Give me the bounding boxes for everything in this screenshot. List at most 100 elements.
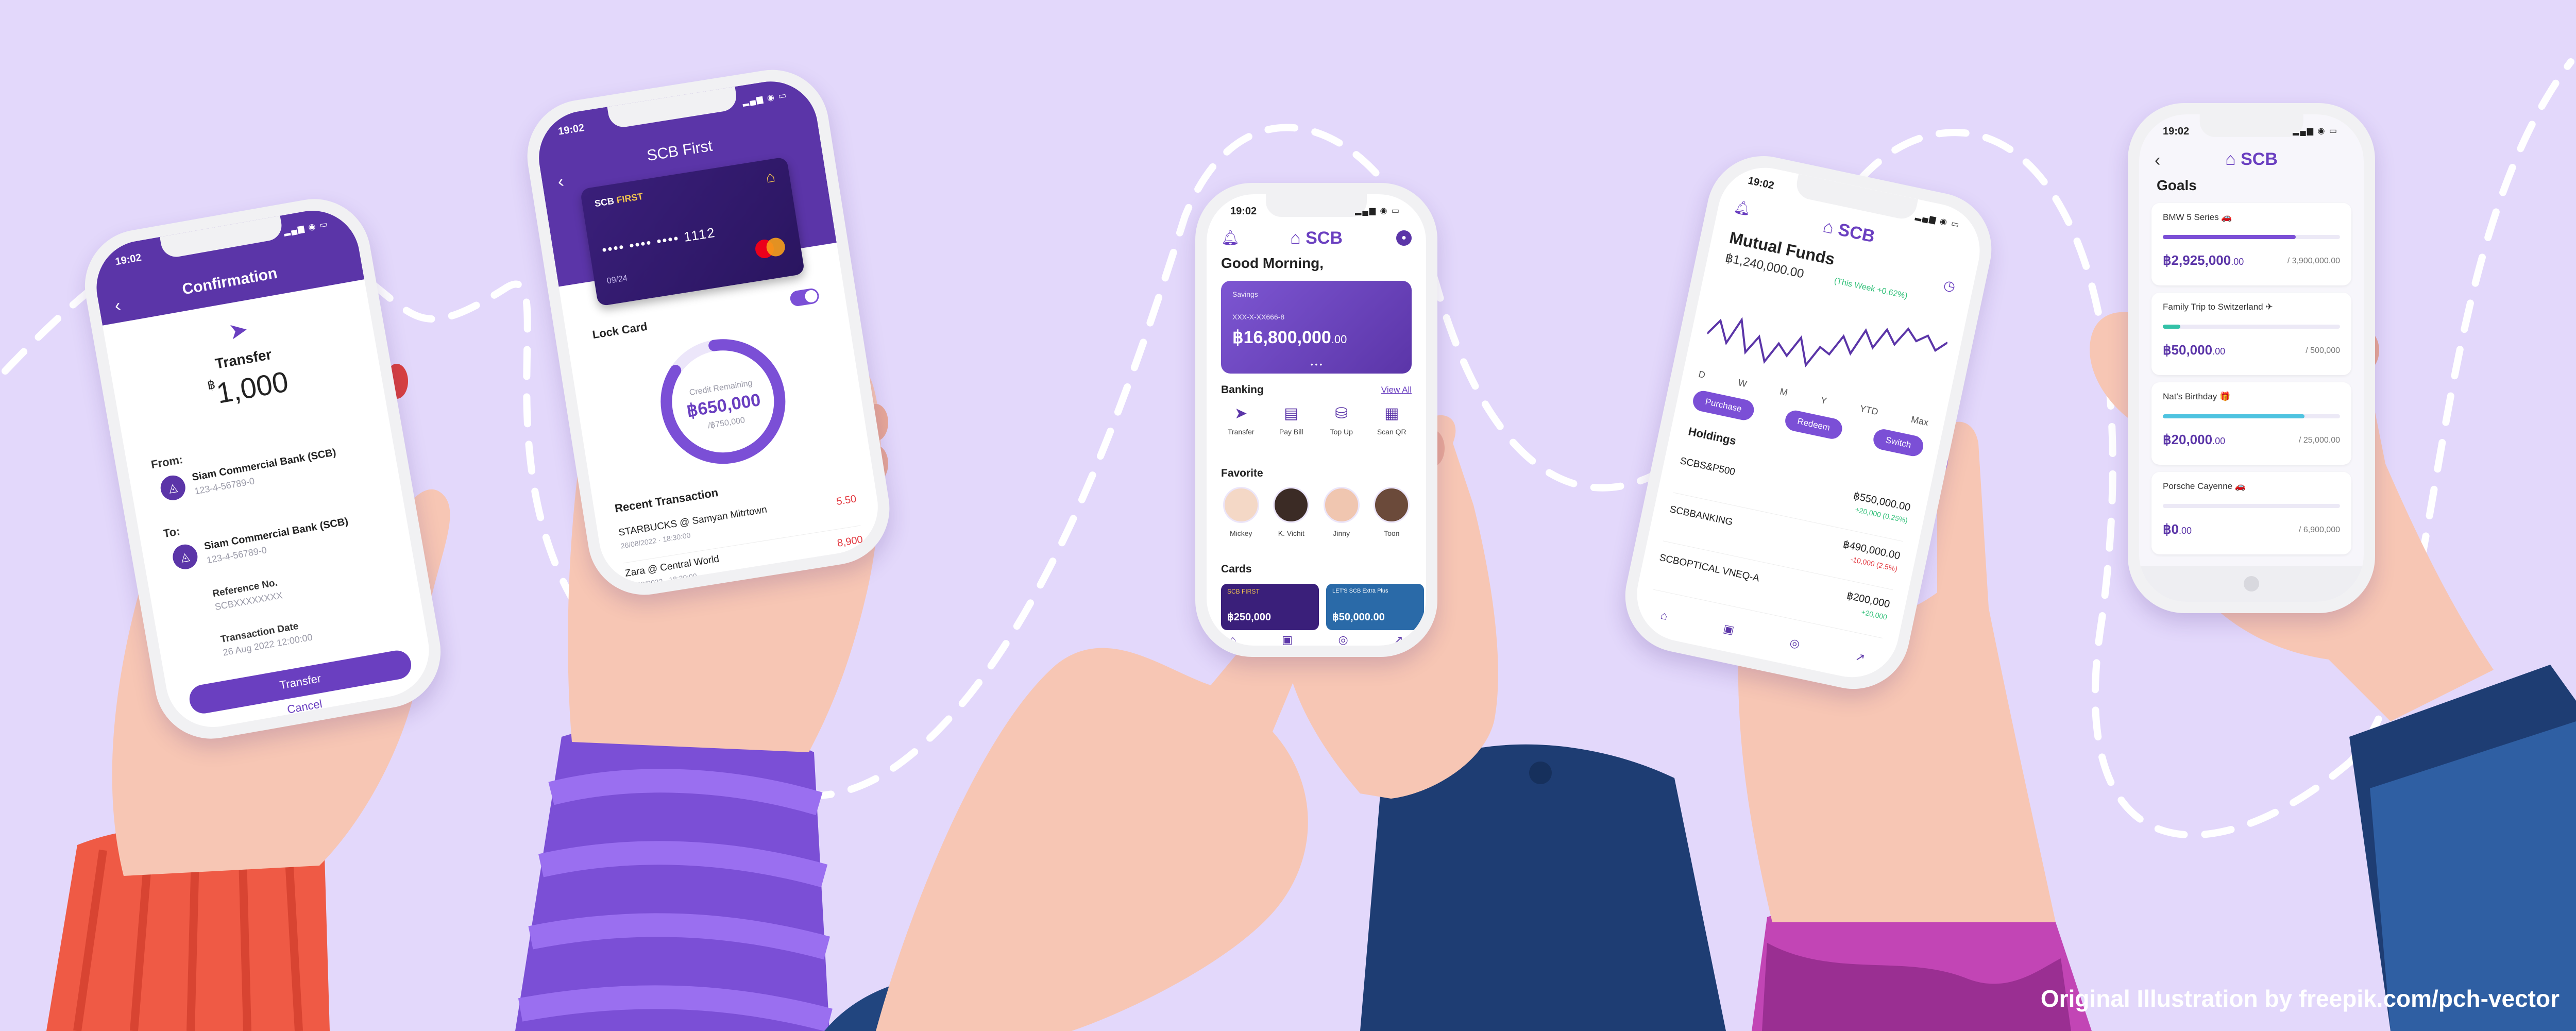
- scb-logo-icon: ◬: [171, 542, 200, 571]
- qr-icon: ▦: [1384, 405, 1399, 422]
- range-tab[interactable]: M: [1779, 386, 1789, 398]
- send-icon: ➤: [1234, 405, 1248, 422]
- home-button-icon[interactable]: [2244, 576, 2259, 591]
- goal-saved-decimal: .00: [2179, 526, 2192, 536]
- signal-icon: ▂▄▆ ◉ ▭: [1914, 211, 1961, 230]
- status-time: 19:02: [1747, 175, 1775, 192]
- chart-nav-icon[interactable]: ↗: [1394, 633, 1403, 646]
- favorite-name: Toon: [1384, 529, 1400, 537]
- home-nav-icon[interactable]: ⌂: [1229, 633, 1236, 646]
- transaction-amount: 8,900: [836, 534, 864, 549]
- goal-target: / 500,000: [2306, 346, 2340, 355]
- card-thumb-1-tag: SCB FIRST: [1227, 588, 1260, 595]
- goal-card[interactable]: Family Trip to Switzerland ✈ ฿50,000.00 / …: [2151, 293, 2351, 375]
- goal-emoji-icon: 🚗: [2234, 481, 2246, 491]
- wallet-nav-icon[interactable]: ▣: [1282, 633, 1293, 646]
- goal-progress-track: [2163, 504, 2340, 508]
- notch: [1266, 194, 1367, 217]
- logo-mark-icon: ⌂: [1821, 216, 1836, 238]
- to-bank: Siam Commercial Bank (SCB): [203, 515, 349, 552]
- signal-icon: ▂▄▆ ◉ ▭: [2293, 127, 2338, 136]
- avatar: [1323, 487, 1360, 523]
- favorite-contact[interactable]: Toon: [1368, 487, 1415, 549]
- status-time: 19:02: [2163, 126, 2190, 137]
- goal-saved-value: ฿0: [2163, 521, 2179, 537]
- balance-card[interactable]: Savings XXX-X-XX666-8 ฿16,800,000.00 • •…: [1221, 281, 1412, 374]
- bill-icon: ▤: [1284, 405, 1299, 422]
- fund-name: SCBBANKING: [1668, 504, 1734, 528]
- goal-target: / 3,900,000.00: [2287, 257, 2340, 265]
- goal-card[interactable]: Porsche Cayenne 🚗 ฿0.00 / 6,900,000: [2151, 472, 2351, 554]
- lock-card-label: Lock Card: [591, 319, 649, 342]
- favorite-contact[interactable]: K. Vichit: [1268, 487, 1314, 549]
- card-thumb-1[interactable]: SCB FIRST ฿250,000: [1221, 584, 1319, 630]
- fund-action-button[interactable]: Switch: [1871, 427, 1925, 458]
- goal-progress-track: [2163, 414, 2340, 418]
- goal-saved-value: ฿20,000: [2163, 432, 2213, 447]
- goal-card[interactable]: BMW 5 Series 🚗 ฿2,925,000.00 / 3,900,000.0…: [2151, 203, 2351, 285]
- favorite-name: Mickey: [1229, 529, 1252, 537]
- goal-emoji-icon: 🚗: [2221, 212, 2232, 222]
- fund-action-button[interactable]: Purchase: [1691, 388, 1756, 422]
- favorite-list: Mickey K. Vichit Jinny Toon: [1216, 487, 1417, 549]
- action-send[interactable]: ➤ Transfer: [1218, 404, 1264, 451]
- profile-icon[interactable]: ●: [1396, 230, 1412, 246]
- avatar: [1223, 487, 1259, 523]
- bell-logo-icon: ⌂: [764, 168, 776, 187]
- card-thumb-2-value: ฿50,000.00: [1332, 612, 1385, 623]
- to-label: To:: [162, 524, 181, 540]
- funds-nav-icon[interactable]: ◎: [1338, 633, 1348, 646]
- balance-amount: ฿16,800,000.00: [1232, 327, 1347, 348]
- card-thumb-2[interactable]: LET'S SCB Extra Plus ฿50,000.00: [1326, 584, 1424, 630]
- app-logo: ⌂ SCB: [2139, 149, 2364, 170]
- range-tab[interactable]: Max: [1910, 414, 1929, 429]
- screen-credit-card: 19:02 ▂▄▆ ◉ ▭ ‹ SCB First SCB FIRST ⌂ ••…: [532, 74, 885, 590]
- goal-saved-decimal: .00: [2231, 257, 2244, 267]
- cards-label: Cards: [1221, 563, 1252, 575]
- card-thumb-1-value: ฿250,000: [1227, 612, 1272, 623]
- action-label: Top Up: [1330, 428, 1353, 436]
- action-coins[interactable]: ⛁ Top Up: [1318, 404, 1365, 451]
- mastercard-icon: [751, 235, 789, 261]
- action-bill[interactable]: ▤ Pay Bill: [1268, 404, 1314, 451]
- home-nav-icon[interactable]: ⌂: [1658, 609, 1669, 627]
- avatar: [1374, 487, 1410, 523]
- goal-card[interactable]: Nat's Birthday 🎁 ฿20,000.00 / 25,000.00: [2151, 382, 2351, 465]
- favorite-contact[interactable]: Jinny: [1318, 487, 1365, 549]
- screen-goals: 19:02 ▂▄▆ ◉ ▭ ‹ ⌂ SCB Goals BMW 5 Series…: [2139, 114, 2364, 602]
- credit-line: Original Illustration by freepik.com/pch…: [2040, 985, 2560, 1012]
- transaction-amount: 5.50: [835, 493, 857, 508]
- amount-value: 1,000: [214, 365, 291, 410]
- funds-nav-icon[interactable]: ◎: [1788, 636, 1801, 655]
- favorite-contact[interactable]: Mickey: [1218, 487, 1264, 549]
- goal-progress-track: [2163, 325, 2340, 329]
- card-brand-first: FIRST: [616, 191, 644, 206]
- fund-action-button[interactable]: Redeem: [1783, 408, 1844, 441]
- scb-logo-icon: ◬: [158, 474, 188, 502]
- view-all-link[interactable]: View All: [1381, 385, 1412, 395]
- banking-label: Banking: [1221, 384, 1264, 396]
- holdings-label: Holdings: [1687, 425, 1738, 448]
- range-tab[interactable]: D: [1698, 369, 1706, 381]
- action-qr[interactable]: ▦ Scan QR: [1368, 404, 1415, 451]
- card-expiry: 09/24: [606, 274, 628, 286]
- goal-name-text: Family Trip to Switzerland: [2163, 302, 2263, 312]
- clock-icon[interactable]: ◷: [1942, 277, 1957, 295]
- lock-card-toggle[interactable]: [789, 287, 820, 308]
- card-brand-scb: SCB: [594, 195, 615, 209]
- chart-nav-icon[interactable]: ↗: [1853, 650, 1866, 669]
- bottom-nav: ⌂ ▣ ◎ ↗: [1207, 633, 1426, 646]
- fund-value: ฿200,000: [1845, 590, 1891, 611]
- wallet-nav-icon[interactable]: ▣: [1721, 622, 1736, 641]
- goal-name: Nat's Birthday 🎁: [2163, 392, 2230, 402]
- from-label: From:: [150, 452, 184, 471]
- balance-decimal: .00: [1331, 333, 1347, 346]
- app-logo: ⌂ SCB: [1207, 228, 1426, 248]
- goal-progress-fill: [2163, 325, 2181, 329]
- logo-text: SCB: [2241, 149, 2278, 169]
- goal-saved-value: ฿2,925,000: [2163, 252, 2231, 268]
- range-tab[interactable]: W: [1737, 377, 1748, 390]
- range-tab[interactable]: YTD: [1859, 403, 1879, 417]
- action-label: Scan QR: [1377, 428, 1406, 436]
- range-tab[interactable]: Y: [1820, 395, 1828, 407]
